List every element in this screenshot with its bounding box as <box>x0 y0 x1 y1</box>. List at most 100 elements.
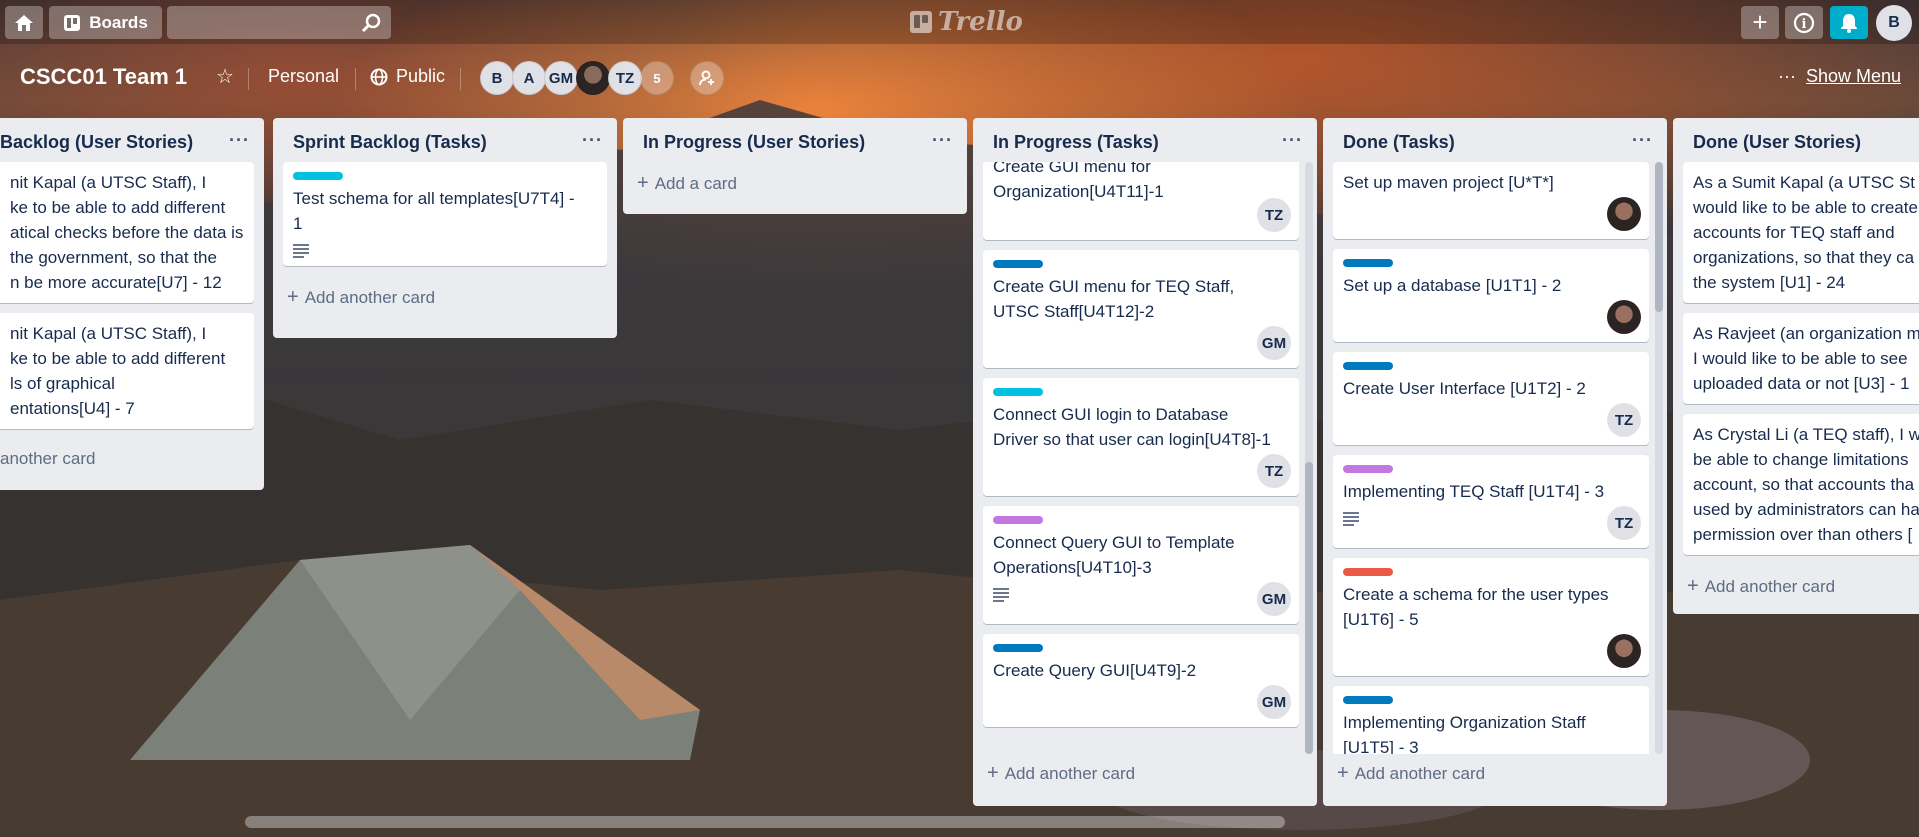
boards-button[interactable]: Boards <box>49 6 162 39</box>
card-title: Connect GUI login to Database Driver so … <box>993 405 1271 449</box>
card[interactable]: As a Sumit Kapal (a UTSC St would like t… <box>1683 162 1919 303</box>
list-title[interactable]: Done (User Stories) <box>1673 118 1919 162</box>
vertical-scrollbar[interactable] <box>1655 162 1663 754</box>
show-menu-label: Show Menu <box>1805 66 1902 86</box>
team-button[interactable]: Personal <box>268 66 339 87</box>
member-avatar[interactable]: A <box>512 61 546 95</box>
card-member-avatar[interactable]: TZ <box>1257 454 1291 488</box>
trello-logo[interactable]: Trello <box>910 6 1023 38</box>
card[interactable]: Create GUI menu for TEQ Staff, UTSC Staf… <box>983 250 1299 368</box>
list-title-text: Backlog (User Stories) <box>0 132 194 152</box>
card-title: Connect Query GUI to Template Operations… <box>993 533 1235 577</box>
add-card-label: Add another card <box>1704 576 1836 596</box>
card-member-avatar-photo[interactable] <box>1607 197 1641 231</box>
add-card-button[interactable]: + Add another card <box>1673 565 1919 612</box>
bell-icon <box>1841 13 1857 33</box>
card[interactable]: Test schema for all templates[U7T4] - 1 <box>283 162 607 266</box>
card-list: Test schema for all templates[U7T4] - 1 <box>273 162 617 266</box>
member-avatar[interactable]: B <box>480 61 514 95</box>
card[interactable]: Set up maven project [U*T*] <box>1333 162 1649 239</box>
add-card-button[interactable]: + Add a card <box>623 162 967 209</box>
extra-members-count[interactable]: 5 <box>640 61 674 95</box>
card-list: As a Sumit Kapal (a UTSC St would like t… <box>1673 162 1919 555</box>
info-icon: i <box>1793 12 1815 33</box>
card-scroll-area[interactable]: Create GUI menu for Organization[U4T11]-… <box>973 162 1317 754</box>
card[interactable]: Create a schema for the user types [U1T6… <box>1333 558 1649 676</box>
list-menu-icon[interactable]: ··· <box>582 130 603 151</box>
list-title-text: In Progress (User Stories) <box>643 132 866 152</box>
more-icon: ··· <box>1778 66 1796 86</box>
show-menu-button[interactable]: ··· Show Menu <box>1778 66 1901 87</box>
visibility-button[interactable]: Public <box>370 66 445 87</box>
scrollbar-thumb[interactable] <box>1305 462 1313 754</box>
board-title[interactable]: CSCC01 Team 1 <box>20 64 187 90</box>
card[interactable]: Implementing TEQ Staff [U1T4] - 3 TZ <box>1333 455 1649 548</box>
list-title-text: Done (User Stories) <box>1693 132 1862 152</box>
card-title: Set up a database [U1T1] - 2 <box>1343 276 1562 295</box>
card[interactable]: nit Kapal (a UTSC Staff), I ke to be abl… <box>0 313 254 429</box>
card[interactable]: Connect GUI login to Database Driver so … <box>983 378 1299 496</box>
list-backlog-user-stories: Backlog (User Stories) ··· nit Kapal (a … <box>0 118 264 490</box>
add-card-button[interactable]: another card <box>0 439 264 483</box>
list-title[interactable]: Done (Tasks) ··· <box>1323 118 1667 162</box>
card[interactable]: Connect Query GUI to Template Operations… <box>983 506 1299 624</box>
plus-icon: + <box>987 762 999 784</box>
card-list: Create GUI menu for Organization[U4T11]-… <box>973 162 1317 727</box>
star-icon[interactable]: ☆ <box>216 64 234 89</box>
card[interactable]: As Ravjeet (an organization m I would li… <box>1683 313 1919 404</box>
invite-button[interactable] <box>690 61 724 95</box>
card-member-avatar[interactable]: GM <box>1257 326 1291 360</box>
card-title: Create User Interface [U1T2] - 2 <box>1343 379 1586 398</box>
board-header: CSCC01 Team 1 ☆ Personal Public B A GM T… <box>0 56 1919 100</box>
add-card-label: another card <box>0 449 96 468</box>
description-icon <box>993 588 1009 602</box>
member-avatar[interactable]: GM <box>544 61 578 95</box>
add-card-button[interactable]: + Add another card <box>1323 754 1667 799</box>
card[interactable]: Create Query GUI[U4T9]-2 GM <box>983 634 1299 727</box>
list-title[interactable]: Backlog (User Stories) ··· <box>0 118 264 162</box>
list-title[interactable]: In Progress (User Stories) ··· <box>623 118 967 162</box>
horizontal-scrollbar[interactable] <box>245 816 1285 828</box>
create-button[interactable]: + <box>1741 6 1779 39</box>
card-member-avatar[interactable]: TZ <box>1257 198 1291 232</box>
card-list: Set up maven project [U*T*] Set up a dat… <box>1323 162 1667 754</box>
list-menu-icon[interactable]: ··· <box>1632 130 1653 151</box>
member-avatar-photo[interactable] <box>576 61 610 95</box>
search-input[interactable] <box>167 6 391 39</box>
user-avatar[interactable]: B <box>1876 5 1912 41</box>
card[interactable]: Implementing Organization Staff [U1T5] -… <box>1333 686 1649 754</box>
card[interactable]: nit Kapal (a UTSC Staff), I ke to be abl… <box>0 162 254 303</box>
add-card-label: Add another card <box>304 287 436 307</box>
add-card-label: Add another card <box>1004 763 1136 783</box>
list-menu-icon[interactable]: ··· <box>229 130 250 151</box>
list-sprint-backlog-tasks: Sprint Backlog (Tasks) ··· Test schema f… <box>273 118 617 338</box>
card-member-avatar-photo[interactable] <box>1607 634 1641 668</box>
member-avatar[interactable]: TZ <box>608 61 642 95</box>
card[interactable]: Create User Interface [U1T2] - 2 TZ <box>1333 352 1649 445</box>
vertical-scrollbar[interactable] <box>1305 162 1313 754</box>
list-menu-icon[interactable]: ··· <box>1282 130 1303 151</box>
add-card-button[interactable]: + Add another card <box>973 754 1317 799</box>
card-label <box>1343 465 1393 473</box>
card[interactable]: Set up a database [U1T1] - 2 <box>1333 249 1649 342</box>
add-card-button[interactable]: + Add another card <box>273 276 617 323</box>
info-button[interactable]: i <box>1785 6 1823 39</box>
card-member-avatar-photo[interactable] <box>1607 300 1641 334</box>
scrollbar-thumb[interactable] <box>1655 162 1663 312</box>
list-menu-icon[interactable]: ··· <box>932 130 953 151</box>
card-member-avatar[interactable]: TZ <box>1607 403 1641 437</box>
boards-icon <box>64 14 81 31</box>
card-member-avatar[interactable]: GM <box>1257 582 1291 616</box>
card-label <box>993 388 1043 396</box>
card-member-avatar[interactable]: GM <box>1257 685 1291 719</box>
card-member-avatar[interactable]: TZ <box>1607 506 1641 540</box>
card[interactable]: Create GUI menu for Organization[U4T11]-… <box>983 162 1299 240</box>
description-icon <box>293 244 309 258</box>
list-title-text: In Progress (Tasks) <box>993 132 1159 152</box>
list-title[interactable]: In Progress (Tasks) ··· <box>973 118 1317 162</box>
list-title[interactable]: Sprint Backlog (Tasks) ··· <box>273 118 617 162</box>
card[interactable]: As Crystal Li (a TEQ staff), I w be able… <box>1683 414 1919 555</box>
home-button[interactable] <box>5 6 43 39</box>
card-scroll-area[interactable]: Set up maven project [U*T*] Set up a dat… <box>1323 162 1667 754</box>
notifications-button[interactable] <box>1830 6 1868 39</box>
